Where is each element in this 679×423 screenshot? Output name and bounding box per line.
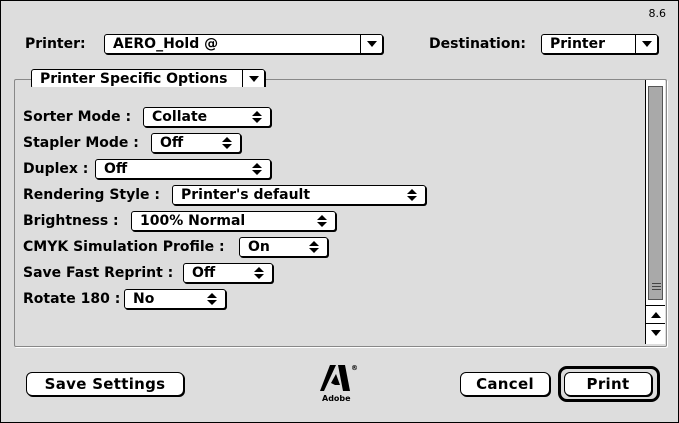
option-label: Stapler Mode : <box>23 135 139 151</box>
up-down-arrows-icon <box>207 293 217 305</box>
save-fast-reprint-popup[interactable]: Off <box>183 263 273 283</box>
option-label: Rotate 180 : <box>23 291 121 307</box>
option-row-save-fast-reprint: Save Fast Reprint : <box>23 262 173 284</box>
printer-label: Printer: <box>25 36 86 52</box>
scroll-up-button[interactable] <box>646 305 665 323</box>
destination-popup[interactable]: Printer <box>541 34 658 54</box>
destination-label: Destination: <box>429 36 527 52</box>
up-down-arrows-icon <box>254 267 264 279</box>
option-label: Duplex : <box>23 161 89 177</box>
option-row-stapler-mode: Stapler Mode : <box>23 132 139 154</box>
print-button[interactable]: Print <box>564 372 652 396</box>
option-label: Save Fast Reprint : <box>23 265 174 281</box>
adobe-logo: ® Adobe <box>318 361 358 407</box>
popup-value: Off <box>104 161 128 177</box>
printer-popup-value: AERO_Hold @ <box>113 36 219 52</box>
save-settings-button[interactable]: Save Settings <box>26 372 184 396</box>
option-row-duplex: Duplex : <box>23 158 88 180</box>
printer-popup[interactable]: AERO_Hold @ <box>104 34 383 54</box>
option-label: Brightness : <box>23 213 119 229</box>
scrollbar-thumb[interactable] <box>648 86 663 300</box>
arrow-up-icon <box>650 311 661 318</box>
cancel-button[interactable]: Cancel <box>460 372 550 396</box>
popup-value: Printer's default <box>181 187 311 203</box>
option-label: CMYK Simulation Profile : <box>23 239 225 255</box>
svg-text:®: ® <box>351 364 358 372</box>
arrow-down-icon <box>650 329 661 336</box>
option-row-cmyk-simulation: CMYK Simulation Profile : <box>23 236 225 258</box>
duplex-popup[interactable]: Off <box>95 159 271 179</box>
options-scrollbar[interactable] <box>645 80 665 344</box>
option-label: Rendering Style : <box>23 187 160 203</box>
option-row-rendering-style: Rendering Style : <box>23 184 160 206</box>
rotate-180-popup[interactable]: No <box>124 289 226 309</box>
chevron-down-icon <box>635 35 657 53</box>
option-label: Sorter Mode : <box>23 109 132 125</box>
up-down-arrows-icon <box>222 137 232 149</box>
chevron-down-icon <box>360 35 382 53</box>
section-selector-popup[interactable]: Printer Specific Options <box>31 69 265 89</box>
grip-icon <box>652 283 661 292</box>
up-down-arrows-icon <box>252 163 262 175</box>
option-row-sorter-mode: Sorter Mode : <box>23 106 131 128</box>
adobe-logo-text: Adobe <box>322 394 351 403</box>
up-down-arrows-icon <box>407 189 417 201</box>
sorter-mode-popup[interactable]: Collate <box>143 107 271 127</box>
cmyk-simulation-popup[interactable]: On <box>239 237 328 257</box>
brightness-popup[interactable]: 100% Normal <box>131 211 336 231</box>
print-dialog: 8.6 Printer: AERO_Hold @ Destination: Pr… <box>0 0 679 423</box>
up-down-arrows-icon <box>252 111 262 123</box>
chevron-down-icon <box>242 70 264 88</box>
up-down-arrows-icon <box>309 241 319 253</box>
rendering-style-popup[interactable]: Printer's default <box>172 185 426 205</box>
scroll-down-button[interactable] <box>646 323 665 341</box>
version-label: 8.6 <box>648 7 667 20</box>
popup-value: 100% Normal <box>140 213 246 229</box>
up-down-arrows-icon <box>317 215 327 227</box>
stapler-mode-popup[interactable]: Off <box>151 133 241 153</box>
section-selector-value: Printer Specific Options <box>40 71 228 87</box>
option-row-brightness: Brightness : <box>23 210 119 232</box>
option-row-rotate-180: Rotate 180 : <box>23 288 120 310</box>
